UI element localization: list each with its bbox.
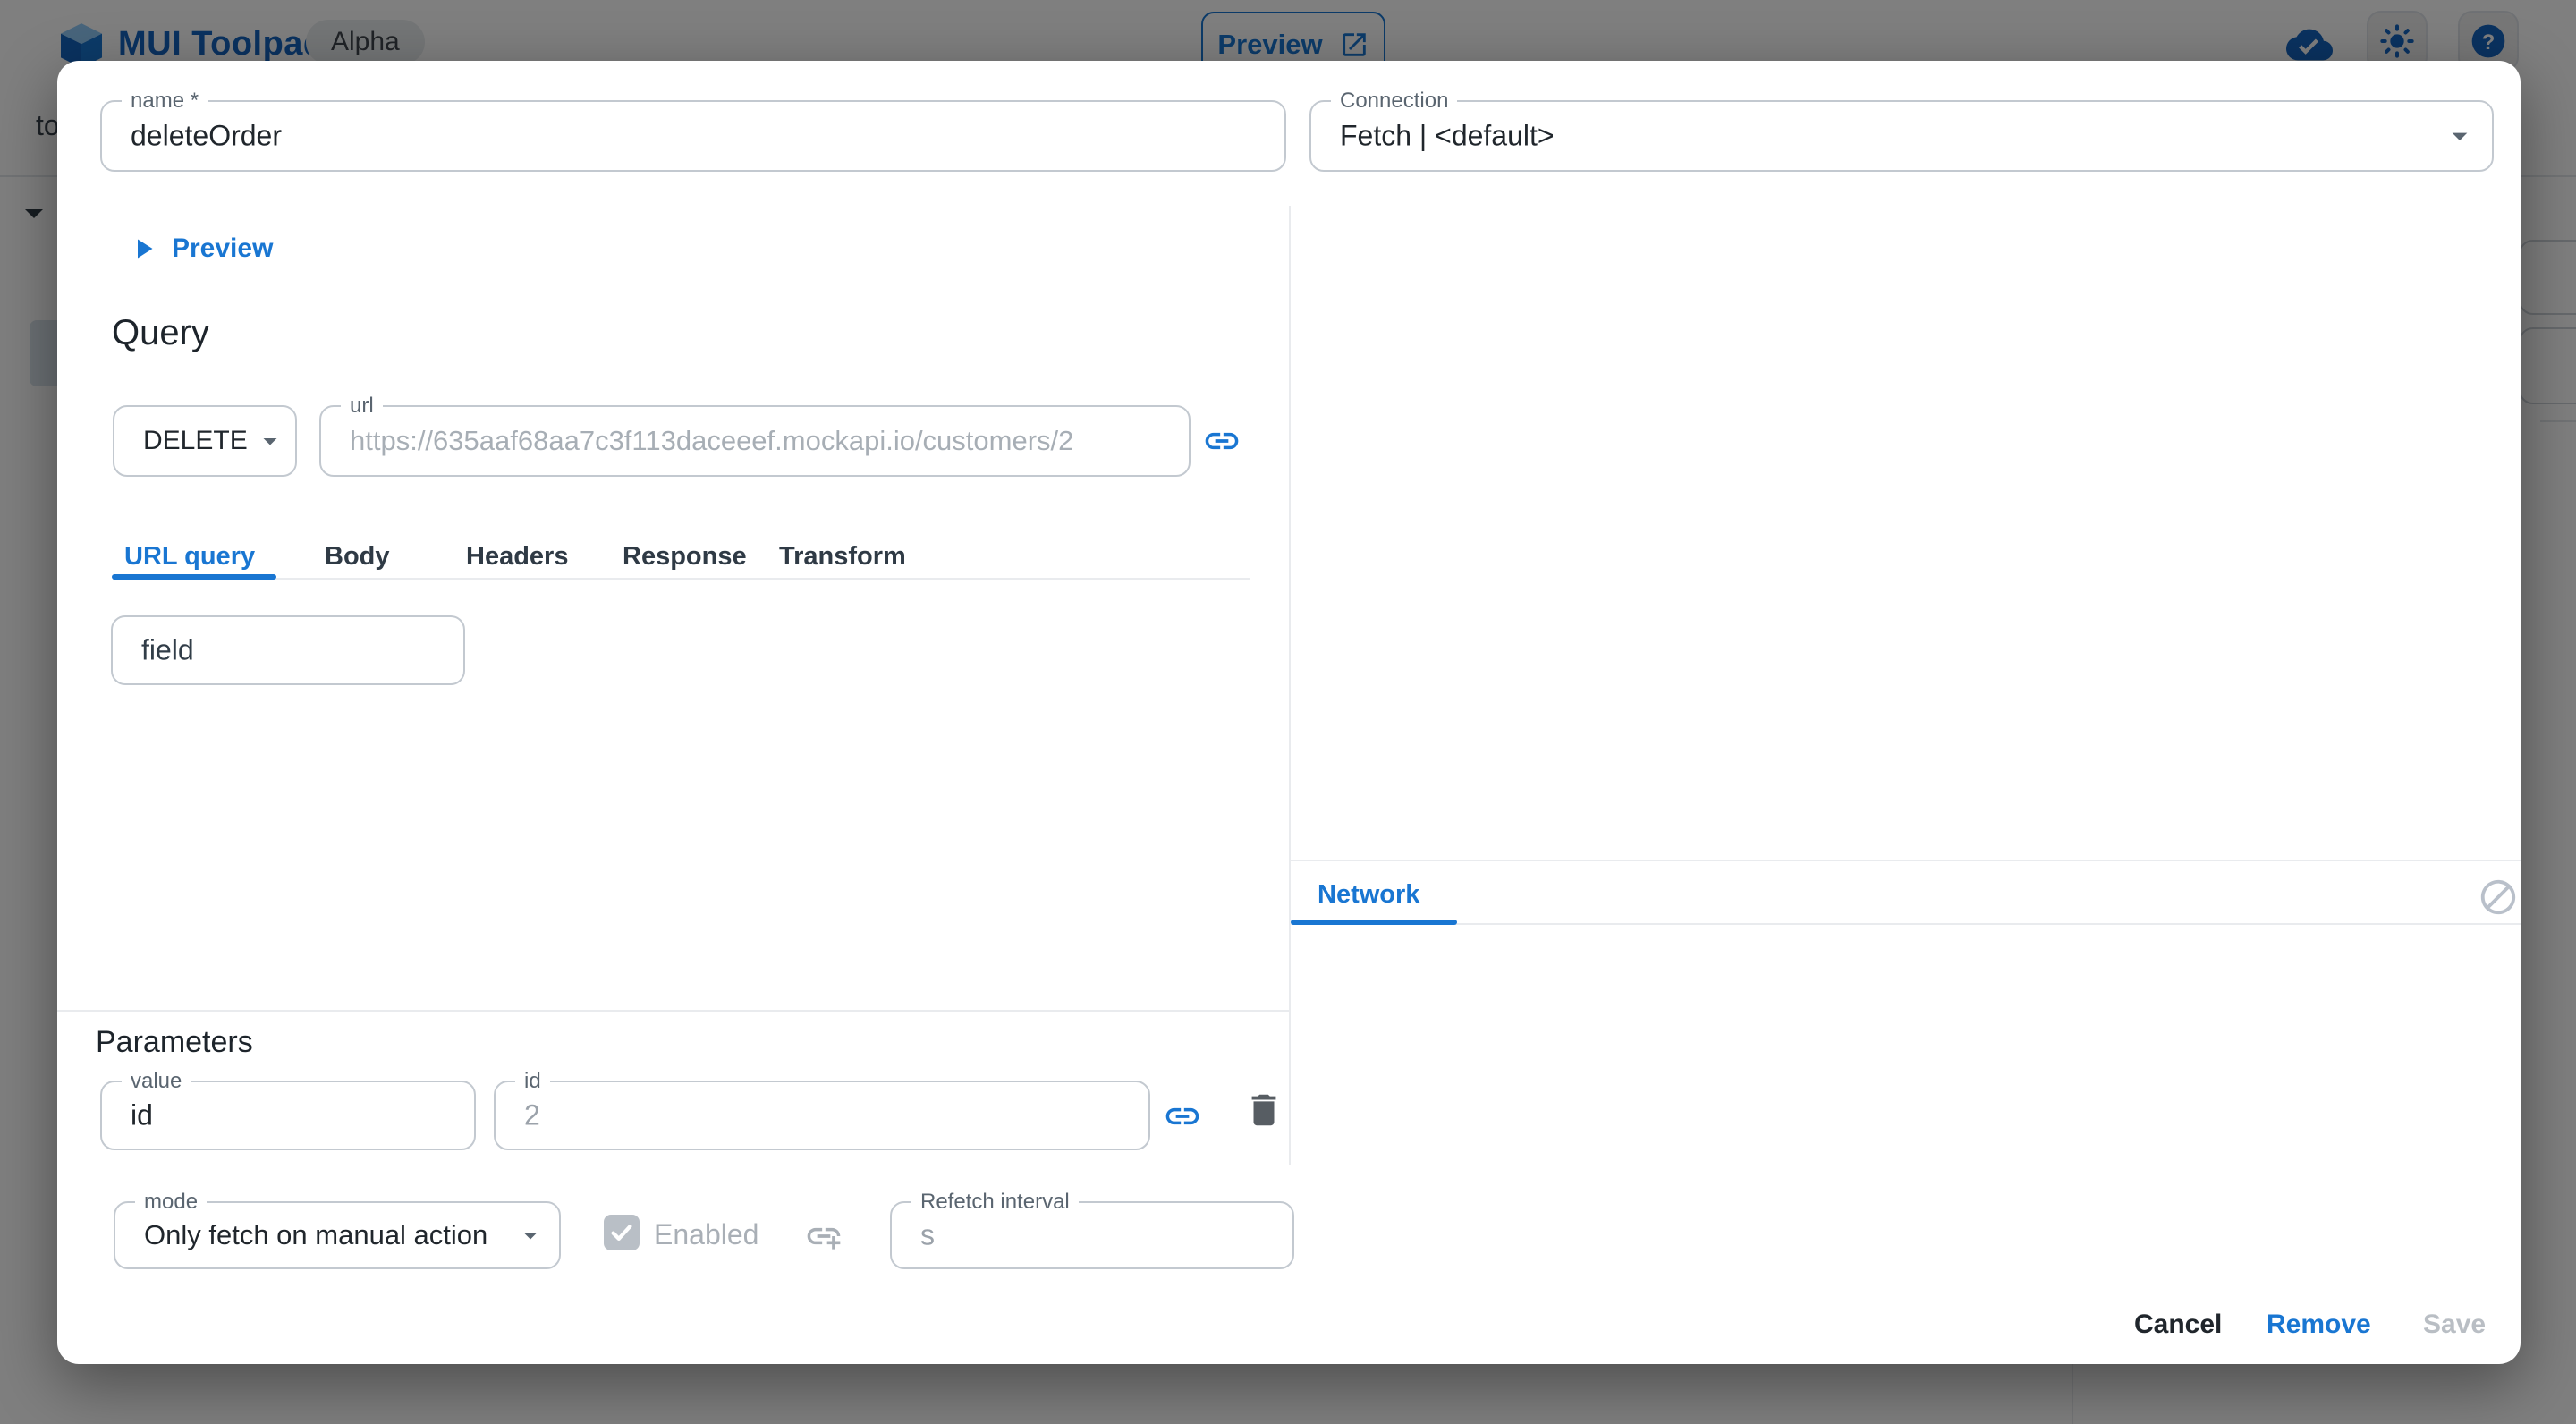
tab-transform[interactable]: Transform: [779, 542, 906, 572]
enabled-checkbox[interactable]: [604, 1215, 640, 1250]
url-field-label: url: [341, 394, 383, 419]
name-field[interactable]: name * deleteOrder: [100, 100, 1286, 172]
network-panel-top-border: [1291, 860, 2521, 861]
connection-select[interactable]: Connection Fetch | <default>: [1309, 100, 2494, 172]
refetch-interval-value: s: [920, 1219, 935, 1252]
query-editor-dialog: name * deleteOrder Connection Fetch | <d…: [57, 61, 2521, 1364]
tab-headers[interactable]: Headers: [466, 542, 568, 572]
check-icon: [608, 1219, 635, 1246]
param-id-field[interactable]: id 2: [494, 1081, 1150, 1150]
refetch-interval-field[interactable]: Refetch interval s: [890, 1201, 1294, 1269]
pane-splitter[interactable]: [1289, 206, 1291, 1165]
remove-button[interactable]: Remove: [2267, 1310, 2371, 1340]
param-id-text: 2: [524, 1099, 540, 1132]
network-tab-indicator: [1291, 920, 1457, 925]
method-select-value: DELETE: [143, 426, 248, 456]
param-value-field[interactable]: value id: [100, 1081, 476, 1150]
method-select[interactable]: DELETE: [113, 405, 297, 477]
mode-select[interactable]: mode Only fetch on manual action: [114, 1201, 561, 1269]
connection-select-value: Fetch | <default>: [1340, 120, 1555, 153]
network-tabs-divider: [1291, 923, 2521, 925]
left-pane-divider: [57, 1010, 1289, 1012]
url-field-placeholder: https://635aaf68aa7c3f113daceeef.mockapi…: [350, 425, 1073, 457]
tab-url-query[interactable]: URL query: [124, 542, 255, 572]
play-arrow-icon: [127, 233, 159, 265]
url-field[interactable]: url https://635aaf68aa7c3f113daceeef.moc…: [319, 405, 1191, 477]
cancel-button[interactable]: Cancel: [2134, 1310, 2222, 1340]
enabled-checkbox-label: Enabled: [654, 1218, 758, 1251]
url-bind-link-icon[interactable]: [1202, 421, 1241, 461]
tabs-divider: [113, 578, 1250, 580]
refetch-interval-label: Refetch interval: [911, 1190, 1079, 1215]
add-link-icon[interactable]: [804, 1216, 843, 1256]
tab-response[interactable]: Response: [623, 542, 747, 572]
tab-network[interactable]: Network: [1318, 880, 1419, 910]
query-field-input[interactable]: field: [111, 615, 465, 685]
param-id-label: id: [515, 1069, 550, 1094]
arrow-drop-down-icon: [254, 425, 286, 457]
query-heading: Query: [112, 313, 209, 353]
query-field-value: field: [141, 634, 194, 667]
tab-body[interactable]: Body: [325, 542, 390, 572]
connection-select-label: Connection: [1331, 89, 1457, 114]
run-preview-label: Preview: [172, 233, 273, 264]
delete-param-trash-icon[interactable]: [1243, 1089, 1284, 1131]
mode-select-value: Only fetch on manual action: [144, 1219, 487, 1251]
name-field-value: deleteOrder: [131, 120, 282, 153]
arrow-drop-down-icon: [2442, 118, 2478, 154]
param-value-label: value: [122, 1069, 191, 1094]
param-bind-link-icon[interactable]: [1163, 1097, 1202, 1136]
name-field-label: name *: [122, 89, 208, 114]
mode-select-label: mode: [135, 1190, 207, 1215]
block-icon[interactable]: [2478, 877, 2519, 918]
save-button[interactable]: Save: [2423, 1310, 2486, 1340]
active-tab-indicator: [112, 574, 276, 580]
run-preview-button[interactable]: Preview: [127, 233, 273, 265]
param-value-text: id: [131, 1099, 153, 1132]
arrow-drop-down-icon: [514, 1219, 547, 1251]
parameters-heading: Parameters: [96, 1025, 253, 1060]
